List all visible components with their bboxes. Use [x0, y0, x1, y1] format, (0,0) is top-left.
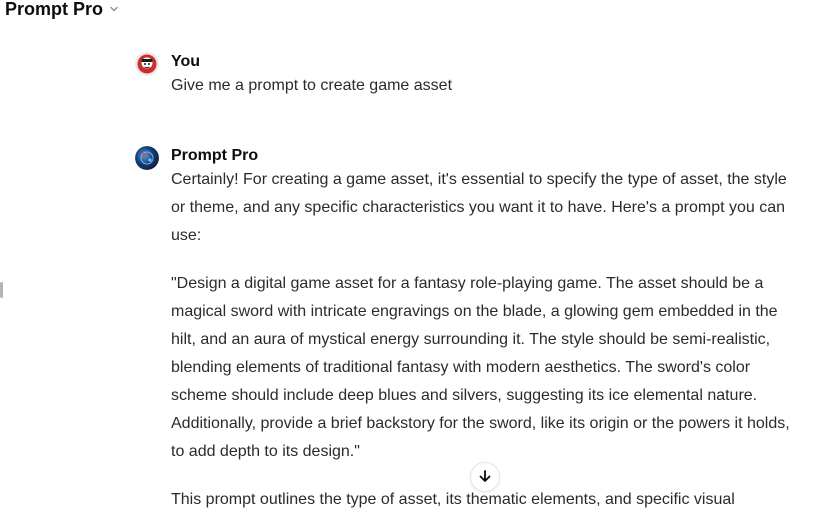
model-selector[interactable]: Prompt Pro	[5, 0, 119, 21]
sidebar-toggle-handle[interactable]	[0, 282, 3, 298]
arrow-down-icon	[478, 469, 492, 486]
user-message-text: Give me a prompt to create game asset	[171, 77, 453, 94]
assistant-paragraph: "Design a digital game asset for a fanta…	[171, 275, 790, 460]
assistant-paragraph: Certainly! For creating a game asset, it…	[171, 171, 787, 244]
user-avatar	[135, 52, 159, 76]
user-message: You Give me a prompt to create game asse…	[135, 52, 795, 96]
user-author: You	[171, 53, 201, 70]
assistant-avatar	[135, 146, 159, 170]
assistant-message: Prompt Pro Certainly! For creating a gam…	[135, 146, 795, 513]
chevron-down-icon	[109, 4, 119, 14]
model-title: Prompt Pro	[5, 0, 104, 19]
assistant-message-body: Certainly! For creating a game asset, it…	[171, 166, 795, 513]
scroll-to-bottom-button[interactable]	[470, 462, 500, 492]
assistant-author: Prompt Pro	[171, 147, 259, 164]
chat-page: Prompt Pro You Give me a prompt to creat…	[0, 0, 821, 513]
